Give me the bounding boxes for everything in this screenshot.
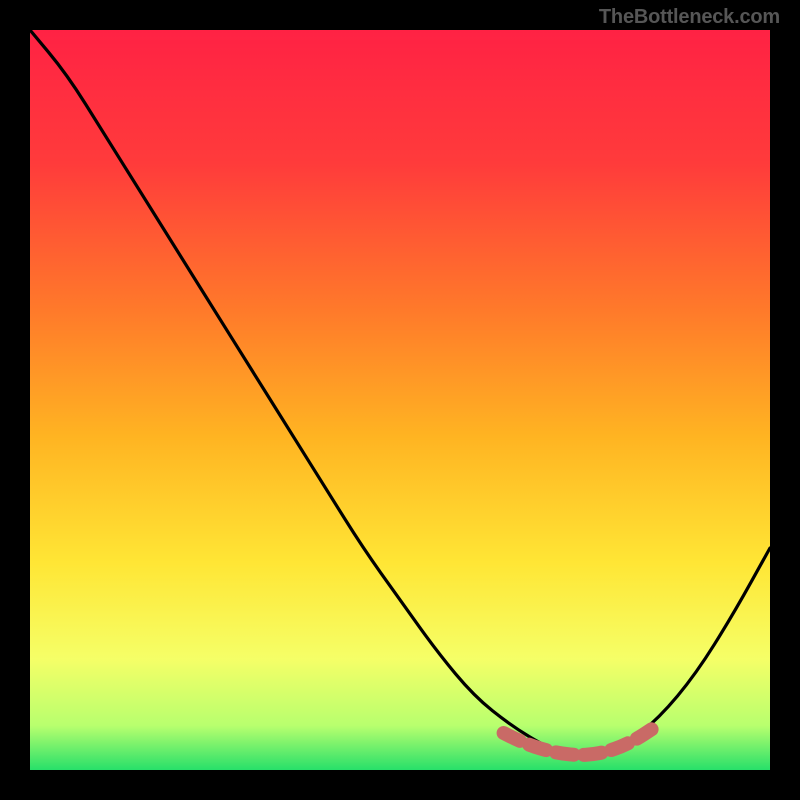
watermark-text: TheBottleneck.com [599,6,780,29]
main-curve [30,30,770,755]
plot-area [30,30,770,770]
chart-frame: TheBottleneck.com [0,0,800,800]
curves-layer [30,30,770,770]
